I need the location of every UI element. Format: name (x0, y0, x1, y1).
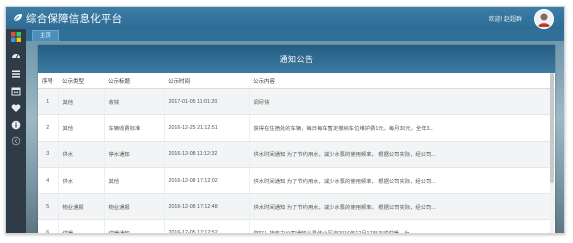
cell-time: 2016-12-08 11:12:32 (163, 141, 249, 168)
cell-content: 供水时间通知 为了节约用水，减少水泵的使用频率， 根据公司实际，经公司... (248, 141, 555, 168)
cell-title[interactable]: 其他 (103, 167, 164, 195)
cell-time: 2016-12-05 17:12:52 (163, 219, 249, 233)
cell-seq: 3 (38, 141, 58, 168)
cell-seq: 2 (38, 114, 58, 142)
cell-time: 2017-01-05 11:01:20 (163, 88, 249, 116)
cell-content: 供水时间通知 为了节约用水，减少水泵的使用频率， 根据公司实际，经公司... (248, 167, 555, 195)
cell-seq: 4 (38, 167, 58, 195)
table-header-row: 序号 公示类型 公示标题 公示时间 公示内容 (38, 73, 555, 89)
tiles-icon[interactable] (11, 32, 21, 42)
cell-title[interactable]: 停水通知 (103, 141, 164, 168)
cell-time: 2016-12-08 17:12:02 (163, 167, 249, 195)
top-bar: 综合保障信息化平台 欢迎! 赵超群 (6, 7, 564, 29)
table-row[interactable]: 5 物业通报 物业通报 2016-12-08 17:12:48 供水时间通知 为… (38, 193, 555, 221)
table-row[interactable]: 2 其他 车辆收费标准 2016-12-25 21:12:51 获得在住宿处的车… (38, 114, 555, 142)
app-window: 综合保障信息化平台 欢迎! 赵超群 主页 通知公告 序号 公示类型 公示标题 公… (5, 6, 565, 234)
table-row[interactable]: 1 其他 收钱 2017-01-05 11:01:20 调尽快 (38, 88, 555, 116)
cell-content: 供水时间通知 为了节约用水，减少水泵的使用频率， 根据公司实际，经公司... (248, 193, 555, 221)
cell-title[interactable]: 收钱 (103, 88, 164, 116)
notice-panel: 通知公告 序号 公示类型 公示标题 公示时间 公示内容 1 其他 收钱 2017… (38, 45, 555, 233)
cell-title[interactable]: 物业通报 (103, 193, 164, 221)
cell-seq: 5 (38, 193, 58, 221)
cell-time: 2016-12-08 17:12:48 (163, 193, 249, 221)
cell-time: 2016-12-25 21:12:51 (163, 114, 249, 142)
heart-icon[interactable] (11, 103, 21, 113)
scrollbar-thumb[interactable] (550, 73, 554, 183)
column-header-title[interactable]: 公示标题 (104, 73, 164, 89)
cell-type: 其他 (57, 114, 104, 142)
cell-type: 供暖 (57, 219, 104, 233)
app-title: 综合保障信息化平台 (26, 13, 123, 25)
tab-strip: 主页 (26, 29, 564, 42)
cell-type: 供水 (57, 141, 104, 168)
cell-type: 供水 (57, 167, 104, 195)
column-header-type[interactable]: 公示类型 (58, 73, 104, 89)
leaf-logo-icon (13, 14, 22, 22)
welcome-text: 欢迎! 赵超群 (488, 17, 522, 23)
column-header-time[interactable]: 公示时间 (164, 73, 249, 89)
cell-title[interactable]: 供暖通知 (103, 219, 164, 233)
cell-title[interactable]: 车辆收费标准 (103, 114, 164, 142)
cell-type: 物业通报 (57, 193, 104, 221)
collapse-icon[interactable] (11, 136, 21, 146)
list-icon[interactable] (11, 69, 21, 79)
cell-content: 获得在住宿处的车辆，每日每车暂定缴纳车位维护费1元，每月30元，全年3... (248, 114, 555, 142)
calendar-icon[interactable] (11, 86, 21, 96)
avatar[interactable] (534, 9, 554, 29)
vertical-scrollbar[interactable] (550, 73, 554, 233)
cell-content: 您好！接热力公司通知从昌佳小区自2016年12月17日正式供暖，为... (248, 219, 555, 233)
table-row[interactable]: 4 供水 其他 2016-12-08 17:12:02 供水时间通知 为了节约用… (38, 167, 555, 195)
table-row[interactable]: 3 供水 停水通知 2016-12-08 11:12:32 供水时间通知 为了节… (38, 141, 555, 168)
cell-seq: 6 (38, 219, 58, 233)
column-header-seq[interactable]: 序号 (38, 73, 58, 89)
notice-table: 序号 公示类型 公示标题 公示时间 公示内容 1 其他 收钱 2017-01-0… (38, 73, 555, 233)
user-avatar-icon (538, 13, 550, 27)
cell-type: 其他 (57, 88, 104, 116)
table-row[interactable]: 6 供暖 供暖通知 2016-12-05 17:12:52 您好！接热力公司通知… (38, 219, 555, 233)
cell-seq: 1 (38, 88, 58, 116)
panel-title: 通知公告 (38, 45, 555, 73)
sidebar (6, 29, 26, 233)
info-icon[interactable] (11, 120, 21, 130)
dashboard-icon[interactable] (11, 51, 21, 61)
cell-content: 调尽快 (248, 88, 555, 116)
column-header-content[interactable]: 公示内容 (249, 73, 555, 89)
main-content: 通知公告 序号 公示类型 公示标题 公示时间 公示内容 1 其他 收钱 2017… (26, 41, 564, 233)
